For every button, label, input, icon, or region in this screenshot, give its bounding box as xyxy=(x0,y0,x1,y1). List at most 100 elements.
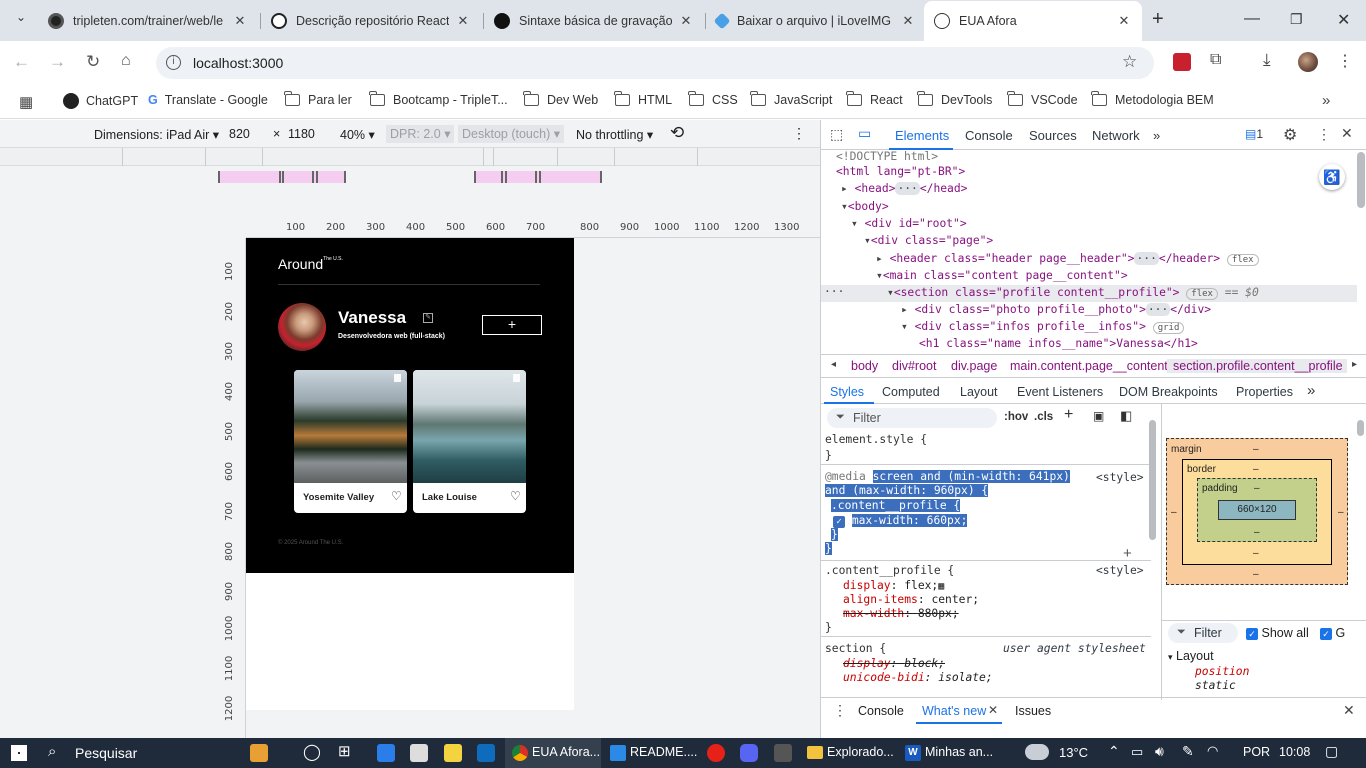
extension-icon[interactable] xyxy=(1173,53,1191,71)
tab-elements[interactable]: Elements xyxy=(895,128,949,143)
css-declaration[interactable]: display: flex;▦ xyxy=(843,579,944,592)
styles-scrollbar[interactable] xyxy=(1149,420,1156,540)
dom-node[interactable]: ▾ <div class="infos profile__infos"> gri… xyxy=(901,320,1185,334)
close-drawer-tab-icon[interactable]: ✕ xyxy=(988,703,998,717)
tab-layout[interactable]: Layout xyxy=(960,385,998,399)
rotate-icon[interactable]: ⟲ xyxy=(670,123,684,143)
dom-node[interactable]: ▾<body> xyxy=(841,200,889,213)
rule-selector[interactable]: .content__profile { xyxy=(825,564,954,577)
breadcrumb-item[interactable]: div.page xyxy=(951,359,997,373)
styles-filter-input[interactable]: ⏷ Filter xyxy=(827,408,997,428)
tab-properties[interactable]: Properties xyxy=(1236,385,1293,399)
flex-badge[interactable]: flex xyxy=(1226,254,1259,266)
drawer-tab-console[interactable]: Console xyxy=(858,704,904,718)
computed-layout-section[interactable]: ▾ Layout xyxy=(1168,649,1214,663)
accessibility-icon[interactable]: ♿ xyxy=(1319,164,1345,190)
like-icon[interactable]: ♡ xyxy=(391,489,402,503)
flex-badge[interactable]: flex xyxy=(1186,288,1218,300)
bookmark-folder[interactable]: Bootcamp - TripleT... xyxy=(369,91,508,107)
tab-sources[interactable]: Sources xyxy=(1029,128,1077,143)
close-window-icon[interactable]: ✕ xyxy=(1337,10,1350,30)
bookmark-folder[interactable]: VSCode xyxy=(1007,91,1078,107)
hov-toggle[interactable]: :hov xyxy=(1004,411,1028,423)
bookmark-folder[interactable]: DevTools xyxy=(917,91,992,107)
breadcrumb-item[interactable]: body xyxy=(851,359,878,373)
device-height-input[interactable]: 1180 xyxy=(288,127,315,141)
close-devtools-icon[interactable]: ✕ xyxy=(1341,125,1353,142)
group-checkbox[interactable]: ✓ G xyxy=(1320,626,1345,640)
css-declaration[interactable]: ✓ max-width: 660px; xyxy=(833,514,968,528)
browser-tab[interactable]: tripleten.com/trainer/web/le ✕ xyxy=(38,7,258,34)
home-icon[interactable]: ⌂ xyxy=(121,52,131,70)
search-icon[interactable]: ⌕ xyxy=(48,743,56,760)
card-image[interactable] xyxy=(294,370,407,483)
store-icon[interactable] xyxy=(377,744,395,762)
more-bookmarks-icon[interactable]: » xyxy=(1322,92,1330,109)
back-icon[interactable]: ← xyxy=(13,52,30,72)
more-tabs-icon[interactable]: » xyxy=(1153,128,1160,143)
device-menu-icon[interactable]: ⋮ xyxy=(792,125,806,142)
youtube-music-icon[interactable] xyxy=(707,744,725,762)
address-bar[interactable]: i localhost:3000 ☆ xyxy=(156,47,1154,79)
volume-icon[interactable]: 🔊︎ xyxy=(1155,743,1164,760)
reload-icon[interactable]: ↻ xyxy=(86,52,100,72)
card-image[interactable] xyxy=(413,370,526,483)
device-mode-dropdown[interactable]: Desktop (touch) ▾ xyxy=(458,125,564,143)
bookmark-folder[interactable]: HTML xyxy=(614,91,672,107)
drawer-tab-issues[interactable]: Issues xyxy=(1015,704,1051,718)
computed-prop[interactable]: position xyxy=(1195,665,1249,678)
sticky-notes-icon[interactable] xyxy=(444,744,462,762)
windows-start-icon[interactable] xyxy=(11,745,27,761)
dom-node-selected[interactable]: ▾<section class="profile content__profil… xyxy=(887,286,1259,300)
extensions-puzzle-icon[interactable]: ⧉ xyxy=(1210,51,1221,69)
element-style-rule[interactable]: element.style { xyxy=(825,433,927,446)
close-tab-icon[interactable]: ✕ xyxy=(900,13,916,29)
taskbar-app-explorer[interactable]: Explorado... xyxy=(800,738,896,768)
calculator-icon[interactable] xyxy=(774,744,792,762)
drawer-menu-icon[interactable]: ⋮ xyxy=(833,702,847,719)
edit-profile-icon[interactable]: ✎ xyxy=(423,313,433,323)
paint-icon[interactable]: ▣ xyxy=(1093,409,1104,423)
input-language[interactable]: POR xyxy=(1243,745,1270,759)
weather-icon[interactable] xyxy=(1025,744,1049,760)
show-all-checkbox[interactable]: ✓ Show all xyxy=(1246,626,1309,640)
css-declaration[interactable]: align-items: center; xyxy=(843,593,979,606)
rule-selector[interactable]: .content__profile { xyxy=(831,499,961,512)
breadcrumb-item[interactable]: main.content.page__content xyxy=(1010,359,1168,373)
css-declaration-overridden[interactable]: max-width: 880px; xyxy=(843,607,959,620)
settings-gear-icon[interactable]: ⚙ xyxy=(1283,125,1297,145)
tab-search-button[interactable]: ⌄ xyxy=(12,10,30,28)
dpr-dropdown[interactable]: DPR: 2.0 ▾ xyxy=(386,125,455,143)
tab-computed[interactable]: Computed xyxy=(882,385,940,399)
profile-photo[interactable] xyxy=(278,303,326,351)
notifications-icon[interactable]: ▢ xyxy=(1325,743,1338,760)
avatar[interactable] xyxy=(1298,52,1318,72)
dom-node[interactable]: ▾<main class="content page__content"> xyxy=(876,269,1128,282)
browser-menu-icon[interactable]: ⋮ xyxy=(1337,51,1353,71)
breadcrumb-item[interactable]: div#root xyxy=(892,359,936,373)
bookmark-chatgpt[interactable]: ChatGPT xyxy=(63,93,138,109)
zoom-dropdown[interactable]: 40% ▾ xyxy=(340,127,375,142)
devtools-menu-icon[interactable]: ⋮ xyxy=(1317,126,1331,143)
declaration-checkbox[interactable]: ✓ xyxy=(833,516,845,528)
dom-node[interactable]: <h1 class="name infos__name">Vanessa</h1… xyxy=(919,337,1198,350)
tab-console[interactable]: Console xyxy=(965,128,1013,143)
clock[interactable]: 10:08 xyxy=(1279,745,1310,759)
selected-dom-row[interactable]: ··· ▾<section class="profile content__pr… xyxy=(821,285,1357,302)
new-rule-icon[interactable]: + xyxy=(1064,406,1073,424)
apps-grid-icon[interactable]: ▦ xyxy=(19,93,33,111)
weather-temp[interactable]: 13°C xyxy=(1059,745,1088,760)
breadcrumb-right-icon[interactable]: ▸ xyxy=(1352,359,1357,370)
task-view-icon[interactable]: ◯ xyxy=(303,742,321,762)
style-source-link[interactable]: <style> xyxy=(1096,564,1144,577)
browser-tab[interactable]: Baixar o arquivo | iLoveIMG ✕ xyxy=(706,7,926,34)
taskbar-app-chrome[interactable]: EUA Afora... xyxy=(505,738,601,768)
dom-node[interactable]: ▾<div class="page"> xyxy=(864,234,993,247)
taskbar-widget-icon[interactable] xyxy=(250,744,268,762)
breadcrumb-item-active[interactable]: section.profile.content__profile xyxy=(1167,359,1347,373)
dom-node[interactable]: ▸ <head> ··· </head> xyxy=(841,182,967,195)
bookmark-folder[interactable]: CSS xyxy=(688,91,738,107)
discord-icon[interactable] xyxy=(740,744,758,762)
new-tab-button[interactable]: + xyxy=(1152,8,1164,31)
bookmark-folder[interactable]: React xyxy=(846,91,903,107)
